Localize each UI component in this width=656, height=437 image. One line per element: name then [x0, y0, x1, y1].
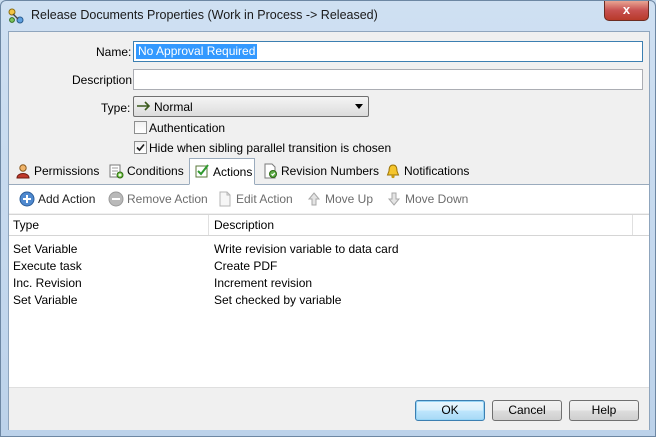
remove-icon — [108, 191, 124, 207]
close-icon: x — [622, 2, 631, 17]
column-header-type[interactable]: Type — [13, 218, 39, 232]
row-description: Increment revision — [214, 276, 313, 290]
authentication-label: Authentication — [149, 121, 226, 135]
tab-strip: Permissions Conditions Actions Revision … — [9, 158, 649, 185]
arrow-down-icon — [386, 191, 402, 207]
table-row[interactable]: Set Variable Set checked by variable — [9, 292, 649, 309]
table-row[interactable]: Set Variable Write revision variable to … — [9, 241, 649, 258]
hide-sibling-checkbox[interactable] — [134, 141, 147, 154]
title-bar[interactable]: Release Documents Properties (Work in Pr… — [1, 1, 655, 31]
checkmark-icon — [136, 143, 145, 152]
workflow-icon — [8, 8, 24, 24]
type-value: Normal — [154, 100, 193, 114]
close-button[interactable]: x — [604, 1, 649, 21]
tab-actions[interactable]: Actions — [189, 158, 255, 185]
tab-label: Notifications — [404, 164, 470, 178]
tab-conditions[interactable]: Conditions — [108, 161, 184, 182]
user-icon — [15, 163, 31, 179]
move-up-label: Move Up — [325, 192, 374, 206]
tab-notifications[interactable]: Notifications — [385, 161, 469, 182]
arrow-right-icon — [136, 99, 152, 116]
description-input[interactable] — [133, 69, 643, 90]
check-icon — [194, 163, 210, 179]
row-description: Set checked by variable — [214, 293, 342, 307]
type-select[interactable]: Normal — [133, 96, 369, 117]
table-row[interactable]: Execute task Create PDF — [9, 258, 649, 275]
tab-revision-numbers[interactable]: Revision Numbers — [262, 161, 379, 182]
table-row[interactable]: Inc. Revision Increment revision — [9, 275, 649, 292]
name-input[interactable]: No Approval Required — [133, 41, 643, 62]
chevron-down-icon — [355, 104, 363, 109]
column-divider[interactable] — [632, 215, 633, 235]
dialog-body: Name: No Approval Required Description: … — [8, 31, 650, 430]
name-label: Name: — [96, 45, 132, 59]
tab-label: Revision Numbers — [281, 164, 380, 178]
column-divider[interactable] — [208, 215, 209, 235]
edit-icon — [217, 191, 233, 207]
list-header: Type Description — [9, 215, 649, 236]
cancel-button[interactable]: Cancel — [492, 400, 562, 421]
description-label: Description: — [72, 73, 136, 87]
row-type: Execute task — [13, 259, 82, 273]
tab-label: Actions — [213, 165, 253, 179]
dialog-window: Release Documents Properties (Work in Pr… — [0, 0, 656, 437]
window-title: Release Documents Properties (Work in Pr… — [31, 8, 378, 22]
column-header-description[interactable]: Description — [214, 218, 274, 232]
row-description: Write revision variable to data card — [214, 242, 399, 256]
arrow-up-icon — [306, 191, 322, 207]
actions-toolbar: Add Action Remove Action Edit Action Mov… — [9, 185, 649, 213]
bell-icon — [385, 163, 401, 179]
revision-icon — [262, 163, 278, 179]
add-action-label: Add Action — [38, 192, 96, 206]
help-button[interactable]: Help — [569, 400, 639, 421]
ok-button[interactable]: OK — [415, 400, 485, 421]
type-label: Type: — [101, 101, 131, 115]
row-type: Set Variable — [13, 293, 78, 307]
edit-action-label: Edit Action — [236, 192, 293, 206]
row-type: Set Variable — [13, 242, 78, 256]
tab-permissions[interactable]: Permissions — [15, 161, 101, 182]
move-down-label: Move Down — [405, 192, 469, 206]
authentication-checkbox[interactable] — [134, 121, 147, 134]
button-bar: OK Cancel Help — [9, 387, 649, 430]
add-icon — [19, 191, 35, 207]
tab-label: Permissions — [34, 164, 100, 178]
actions-list[interactable]: Type Description Set Variable Write revi… — [9, 214, 649, 387]
name-value: No Approval Required — [136, 44, 258, 59]
remove-action-label: Remove Action — [127, 192, 208, 206]
row-type: Inc. Revision — [13, 276, 82, 290]
row-description: Create PDF — [214, 259, 278, 273]
tab-label: Conditions — [127, 164, 184, 178]
conditions-icon — [108, 163, 124, 179]
hide-sibling-label: Hide when sibling parallel transition is… — [149, 141, 392, 155]
